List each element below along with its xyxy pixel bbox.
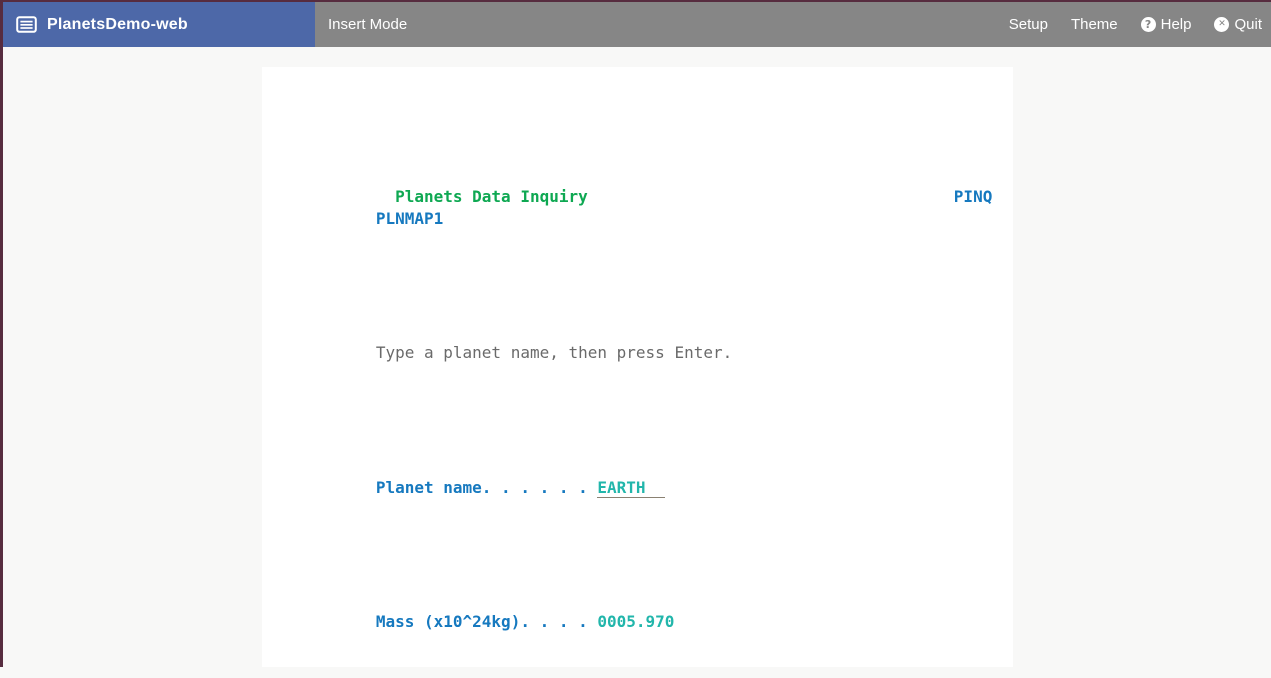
planet-name-row: Planet name. . . . . . [280,454,1013,476]
help-icon: ? [1141,17,1156,32]
field-row-mass: Mass (x10^24kg). . . .0005.970 [280,589,1013,611]
quit-button[interactable]: ✕ Quit [1214,16,1262,33]
list-icon [16,16,37,33]
field-value: 0005.970 [597,612,674,631]
app-brand: PlanetsDemo-web [3,2,315,47]
menu-bar: Insert Mode Setup Theme ? Help ✕ Quit [315,2,1271,47]
transaction-id: PINQ [954,186,993,208]
terminal-screen: PLNMAP1 Planets Data Inquiry PINQ Type a… [262,67,1013,667]
field-label: Mass (x10^24kg). . . . [376,611,598,633]
workspace: PLNMAP1 Planets Data Inquiry PINQ Type a… [3,67,1271,678]
menu: Setup Theme ? Help ✕ Quit [1009,16,1271,33]
insert-mode-indicator: Insert Mode [328,16,407,33]
planet-name-input[interactable] [597,477,664,498]
planet-name-label: Planet name. . . . . . [376,477,598,499]
screen-title: Planets Data Inquiry [395,186,588,208]
help-button[interactable]: ? Help [1141,16,1192,33]
field-row-diameter: Diameter (km). . . . .012756 [280,656,1013,667]
setup-button[interactable]: Setup [1009,16,1048,33]
theme-button[interactable]: Theme [1071,16,1118,33]
app-title: PlanetsDemo-web [47,16,188,34]
map-name: PLNMAP1 [376,209,443,228]
instruction-text: Type a planet name, then press Enter. [376,343,732,362]
quit-icon: ✕ [1214,17,1229,32]
instruction-row: Type a planet name, then press Enter. [280,320,1013,342]
screen-header-row: PLNMAP1 Planets Data Inquiry PINQ [280,186,1013,208]
app-frame: PlanetsDemo-web Insert Mode Setup Theme … [0,0,1271,667]
top-bar: PlanetsDemo-web Insert Mode Setup Theme … [3,2,1271,47]
terminal-panel[interactable]: PLNMAP1 Planets Data Inquiry PINQ Type a… [262,67,1013,667]
